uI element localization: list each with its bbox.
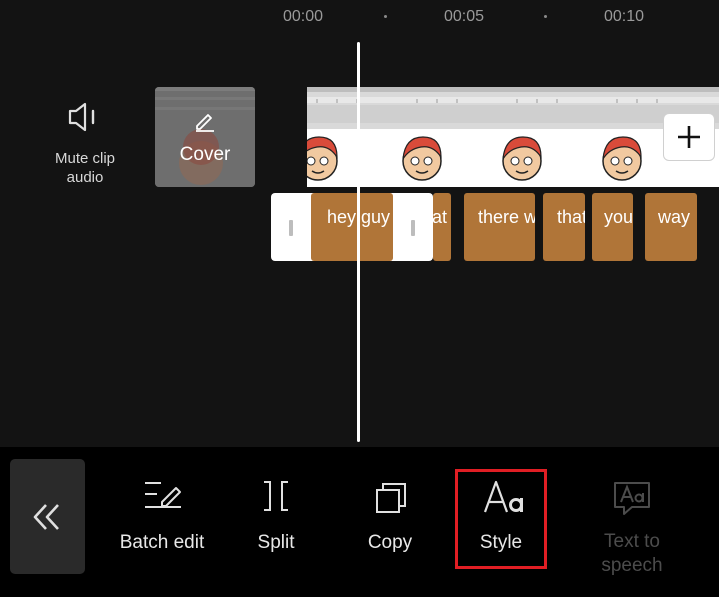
text-to-speech-icon: [614, 482, 650, 515]
copy-label: Copy: [367, 532, 413, 553]
caption-clip[interactable]: way: [645, 193, 697, 261]
batch-edit-label: Batch edit: [119, 532, 205, 553]
video-frame-thumbnail: [402, 136, 442, 181]
video-track[interactable]: [307, 87, 719, 187]
batch-edit-button[interactable]: Batch edit: [112, 470, 212, 580]
split-button[interactable]: Split: [246, 470, 306, 580]
speaker-icon: [68, 102, 95, 132]
split-icon: [264, 481, 288, 511]
copy-icon: [376, 483, 406, 513]
double-chevron-left-icon: [33, 504, 59, 530]
video-frame-thumbnail: [307, 136, 338, 181]
video-frame-thumbnail: [502, 136, 542, 181]
split-label: Split: [257, 532, 295, 553]
caption-clip[interactable]: that: [543, 193, 585, 261]
caption-clip[interactable]: there w: [464, 193, 535, 261]
ruler-time-label: 00:10: [604, 8, 645, 25]
text-to-speech-button[interactable]: Text to speech: [582, 470, 682, 580]
trim-handle-right[interactable]: [411, 220, 415, 236]
add-clip-button[interactable]: [663, 113, 715, 161]
pencil-icon: [196, 114, 214, 132]
video-frames-strip: [307, 87, 719, 129]
cover-thumbnail: [155, 87, 255, 187]
caption-clip[interactable]: you: [592, 193, 633, 261]
ruler-tick-dot: [384, 15, 387, 18]
plus-icon: [678, 126, 700, 148]
caption-clip[interactable]: hey guy: [311, 193, 393, 261]
batch-edit-icon: [145, 482, 181, 508]
ruler-time-label: 00:05: [444, 8, 485, 25]
selection-highlight-box: [455, 469, 547, 569]
text-to-speech-label: Text to speech: [601, 531, 663, 576]
ruler-tick-dot: [544, 15, 547, 18]
trim-handle-left[interactable]: [289, 220, 293, 236]
copy-button[interactable]: Copy: [360, 470, 420, 580]
caption-clip[interactable]: that: [433, 193, 451, 261]
cover-label: Cover: [179, 144, 231, 165]
ruler-time-label: 00:00: [283, 8, 324, 25]
video-frame-thumbnail: [602, 136, 642, 181]
back-button[interactable]: [10, 459, 85, 574]
mute-clip-audio-label: Mute clip audio: [54, 150, 116, 186]
playhead[interactable]: [357, 42, 360, 442]
cover-button[interactable]: Cover: [155, 87, 255, 187]
